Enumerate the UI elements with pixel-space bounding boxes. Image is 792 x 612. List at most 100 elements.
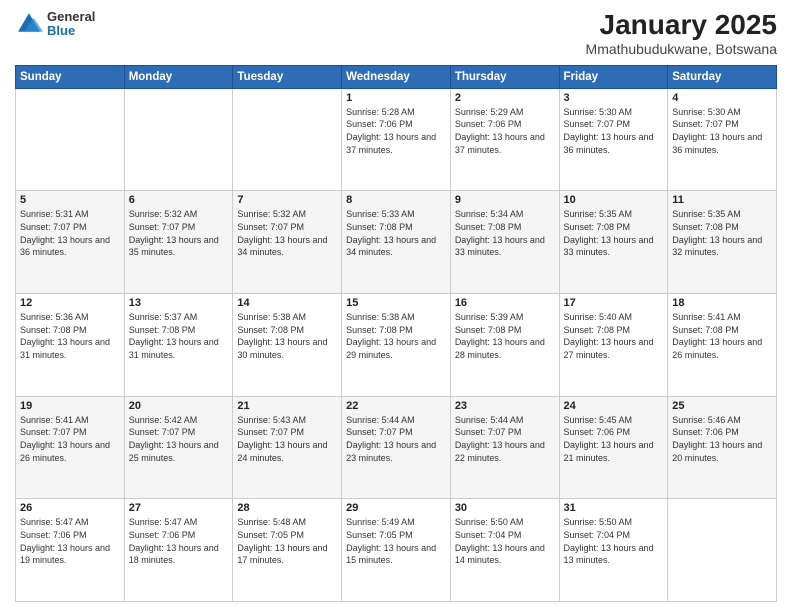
calendar-cell-w2-d5: 9 Sunrise: 5:34 AM Sunset: 7:08 PM Daylig… [450,191,559,294]
day-number: 29 [346,502,446,514]
day-info: Sunrise: 5:38 AM Sunset: 7:08 PM Dayligh… [346,311,446,361]
col-saturday: Saturday [668,65,777,88]
calendar-cell-w2-d6: 10Sunrise: 5:35 AM Sunset: 7:08 PM Dayli… [559,191,668,294]
week-row-3: 12 Sunrise: 5:36 AM Sunset: 7:08 PM Dayli… [16,294,777,397]
day-number: 25 [672,400,772,412]
day-info: Sunrise: 5:40 AM Sunset: 7:08 PM Dayligh… [564,311,664,361]
day-info: Sunrise: 5:35 AM Sunset: 7:08 PM Dayligh… [672,208,772,258]
day-info: Sunrise: 5:47 AM Sunset: 7:06 PM Dayligh… [129,516,229,566]
day-number: 1 [346,92,446,104]
col-thursday: Thursday [450,65,559,88]
day-info: Sunrise: 5:32 AM Sunset: 7:07 PM Dayligh… [237,208,337,258]
calendar-cell-w4-d3: 21Sunrise: 5:43 AM Sunset: 7:07 PM Dayli… [233,396,342,499]
week-row-2: 5 Sunrise: 5:31 AM Sunset: 7:07 PM Daylig… [16,191,777,294]
day-info: Sunrise: 5:28 AM Sunset: 7:06 PM Dayligh… [346,106,446,156]
day-number: 19 [20,400,120,412]
calendar-cell-w3-d4: 15 Sunrise: 5:38 AM Sunset: 7:08 PM Dayli… [342,294,451,397]
day-number: 31 [564,502,664,514]
calendar-cell-w2-d7: 11 Sunrise: 5:35 AM Sunset: 7:08 PM Dayli… [668,191,777,294]
day-number: 27 [129,502,229,514]
col-monday: Monday [124,65,233,88]
day-info: Sunrise: 5:46 AM Sunset: 7:06 PM Dayligh… [672,414,772,464]
calendar-cell-w4-d6: 24 Sunrise: 5:45 AM Sunset: 7:06 PM Dayli… [559,396,668,499]
calendar-cell-w4-d7: 25 Sunrise: 5:46 AM Sunset: 7:06 PM Dayli… [668,396,777,499]
day-info: Sunrise: 5:44 AM Sunset: 7:07 PM Dayligh… [455,414,555,464]
day-info: Sunrise: 5:31 AM Sunset: 7:07 PM Dayligh… [20,208,120,258]
day-number: 15 [346,297,446,309]
day-info: Sunrise: 5:44 AM Sunset: 7:07 PM Dayligh… [346,414,446,464]
col-tuesday: Tuesday [233,65,342,88]
calendar-subtitle: Mmathubudukwane, Botswana [586,41,777,57]
day-info: Sunrise: 5:32 AM Sunset: 7:07 PM Dayligh… [129,208,229,258]
day-number: 24 [564,400,664,412]
calendar-cell-w3-d2: 13 Sunrise: 5:37 AM Sunset: 7:08 PM Dayli… [124,294,233,397]
week-row-4: 19 Sunrise: 5:41 AM Sunset: 7:07 PM Dayli… [16,396,777,499]
logo-icon [15,10,43,38]
calendar-cell-w1-d5: 2Sunrise: 5:29 AM Sunset: 7:06 PM Daylig… [450,88,559,191]
day-info: Sunrise: 5:50 AM Sunset: 7:04 PM Dayligh… [564,516,664,566]
day-info: Sunrise: 5:34 AM Sunset: 7:08 PM Dayligh… [455,208,555,258]
logo: General Blue [15,10,95,39]
calendar-cell-w1-d4: 1 Sunrise: 5:28 AM Sunset: 7:06 PM Daylig… [342,88,451,191]
page: General Blue January 2025 Mmathubudukwan… [0,0,792,612]
day-info: Sunrise: 5:36 AM Sunset: 7:08 PM Dayligh… [20,311,120,361]
day-info: Sunrise: 5:30 AM Sunset: 7:07 PM Dayligh… [564,106,664,156]
col-friday: Friday [559,65,668,88]
day-info: Sunrise: 5:39 AM Sunset: 7:08 PM Dayligh… [455,311,555,361]
calendar-cell-w5-d4: 29 Sunrise: 5:49 AM Sunset: 7:05 PM Dayli… [342,499,451,602]
day-number: 7 [237,194,337,206]
calendar-cell-w4-d4: 22 Sunrise: 5:44 AM Sunset: 7:07 PM Dayli… [342,396,451,499]
calendar-cell-w1-d2 [124,88,233,191]
day-info: Sunrise: 5:30 AM Sunset: 7:07 PM Dayligh… [672,106,772,156]
day-info: Sunrise: 5:49 AM Sunset: 7:05 PM Dayligh… [346,516,446,566]
calendar-cell-w1-d7: 4 Sunrise: 5:30 AM Sunset: 7:07 PM Daylig… [668,88,777,191]
calendar-cell-w5-d7 [668,499,777,602]
day-info: Sunrise: 5:41 AM Sunset: 7:07 PM Dayligh… [20,414,120,464]
day-number: 4 [672,92,772,104]
calendar-cell-w3-d1: 12 Sunrise: 5:36 AM Sunset: 7:08 PM Dayli… [16,294,125,397]
calendar-cell-w3-d7: 18Sunrise: 5:41 AM Sunset: 7:08 PM Dayli… [668,294,777,397]
day-number: 2 [455,92,555,104]
day-number: 23 [455,400,555,412]
calendar-cell-w2-d1: 5 Sunrise: 5:31 AM Sunset: 7:07 PM Daylig… [16,191,125,294]
day-number: 8 [346,194,446,206]
day-number: 14 [237,297,337,309]
day-info: Sunrise: 5:48 AM Sunset: 7:05 PM Dayligh… [237,516,337,566]
calendar-cell-w3-d5: 16Sunrise: 5:39 AM Sunset: 7:08 PM Dayli… [450,294,559,397]
day-number: 28 [237,502,337,514]
day-number: 26 [20,502,120,514]
week-row-5: 26 Sunrise: 5:47 AM Sunset: 7:06 PM Dayli… [16,499,777,602]
day-number: 22 [346,400,446,412]
calendar-cell-w5-d1: 26Sunrise: 5:47 AM Sunset: 7:06 PM Dayli… [16,499,125,602]
day-info: Sunrise: 5:33 AM Sunset: 7:08 PM Dayligh… [346,208,446,258]
day-number: 6 [129,194,229,206]
day-number: 10 [564,194,664,206]
day-number: 20 [129,400,229,412]
day-info: Sunrise: 5:41 AM Sunset: 7:08 PM Dayligh… [672,311,772,361]
day-number: 13 [129,297,229,309]
day-number: 5 [20,194,120,206]
week-row-1: 1 Sunrise: 5:28 AM Sunset: 7:06 PM Daylig… [16,88,777,191]
day-number: 11 [672,194,772,206]
logo-blue-label: Blue [47,24,95,38]
logo-text: General Blue [47,10,95,39]
day-info: Sunrise: 5:43 AM Sunset: 7:07 PM Dayligh… [237,414,337,464]
day-info: Sunrise: 5:50 AM Sunset: 7:04 PM Dayligh… [455,516,555,566]
calendar-cell-w1-d1 [16,88,125,191]
logo-general-label: General [47,10,95,24]
day-number: 9 [455,194,555,206]
calendar-cell-w4-d2: 20Sunrise: 5:42 AM Sunset: 7:07 PM Dayli… [124,396,233,499]
col-wednesday: Wednesday [342,65,451,88]
calendar-cell-w1-d3 [233,88,342,191]
calendar-cell-w2-d3: 7 Sunrise: 5:32 AM Sunset: 7:07 PM Daylig… [233,191,342,294]
day-number: 12 [20,297,120,309]
day-info: Sunrise: 5:45 AM Sunset: 7:06 PM Dayligh… [564,414,664,464]
calendar-cell-w3-d6: 17Sunrise: 5:40 AM Sunset: 7:08 PM Dayli… [559,294,668,397]
calendar-header-row: Sunday Monday Tuesday Wednesday Thursday… [16,65,777,88]
header: General Blue January 2025 Mmathubudukwan… [15,10,777,57]
calendar-cell-w5-d3: 28 Sunrise: 5:48 AM Sunset: 7:05 PM Dayli… [233,499,342,602]
title-block: January 2025 Mmathubudukwane, Botswana [586,10,777,57]
col-sunday: Sunday [16,65,125,88]
calendar-table: Sunday Monday Tuesday Wednesday Thursday… [15,65,777,602]
day-info: Sunrise: 5:37 AM Sunset: 7:08 PM Dayligh… [129,311,229,361]
